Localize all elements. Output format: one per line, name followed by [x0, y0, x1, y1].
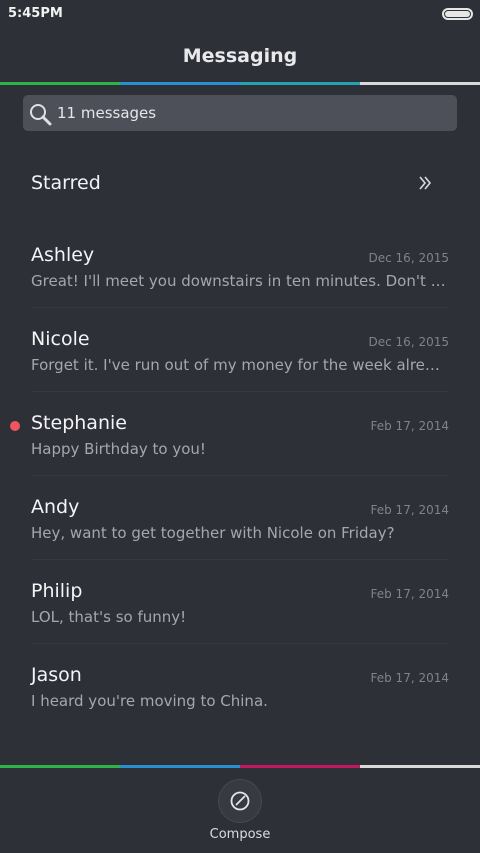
message-preview: Forget it. I've run out of my money for …: [31, 356, 449, 374]
message-preview: I heard you're moving to China.: [31, 692, 268, 710]
strip-segment: [0, 82, 120, 85]
contact-name: Jason: [31, 664, 82, 686]
message-date: Dec 16, 2015: [368, 335, 449, 349]
strip-segment: [120, 82, 240, 85]
conversation-row[interactable]: Jason Feb 17, 2014 I heard you're moving…: [0, 644, 480, 728]
message-date: Feb 17, 2014: [370, 671, 450, 685]
message-date: Feb 17, 2014: [370, 587, 450, 601]
starred-row[interactable]: Starred: [0, 140, 480, 224]
conversation-row[interactable]: Philip Feb 17, 2014 LOL, that's so funny…: [0, 560, 480, 644]
message-date: Dec 16, 2015: [368, 251, 449, 265]
compose-button[interactable]: [218, 779, 262, 823]
message-preview: Hey, want to get together with Nicole on…: [31, 524, 395, 542]
conversation-row[interactable]: Stephanie Feb 17, 2014 Happy Birthday to…: [0, 392, 480, 476]
conversation-row[interactable]: Ashley Dec 16, 2015 Great! I'll meet you…: [0, 224, 480, 308]
message-preview: Happy Birthday to you!: [31, 440, 206, 458]
conversation-row[interactable]: Nicole Dec 16, 2015 Forget it. I've run …: [0, 308, 480, 392]
search-input[interactable]: 11 messages: [23, 95, 457, 131]
compose-label: Compose: [209, 827, 271, 842]
contact-name: Nicole: [31, 328, 90, 350]
conversation-list: Ashley Dec 16, 2015 Great! I'll meet you…: [0, 224, 480, 728]
message-preview: LOL, that's so funny!: [31, 608, 187, 626]
search-icon: [30, 104, 52, 126]
battery-icon: [442, 8, 473, 20]
color-strip-top: [0, 82, 480, 85]
search-placeholder: 11 messages: [57, 104, 157, 122]
conversation-row[interactable]: Andy Feb 17, 2014 Hey, want to get toget…: [0, 476, 480, 560]
contact-name: Andy: [31, 496, 80, 518]
message-date: Feb 17, 2014: [370, 419, 450, 433]
contact-name: Philip: [31, 580, 83, 602]
message-date: Feb 17, 2014: [370, 503, 450, 517]
contact-name: Ashley: [31, 244, 95, 266]
strip-segment: [360, 82, 480, 85]
chevron-right-double-icon: [419, 176, 432, 190]
strip-segment: [240, 82, 360, 85]
message-preview: Great! I'll meet you downstairs in ten m…: [31, 272, 449, 290]
starred-label: Starred: [31, 172, 101, 194]
status-bar: 5:45PM: [0, 0, 480, 28]
bottom-bar: Compose: [0, 768, 480, 853]
contact-name: Stephanie: [31, 412, 127, 434]
unread-indicator: [10, 421, 20, 431]
page-title: Messaging: [182, 45, 298, 67]
status-time: 5:45PM: [8, 6, 63, 21]
compose-icon: [230, 791, 250, 811]
